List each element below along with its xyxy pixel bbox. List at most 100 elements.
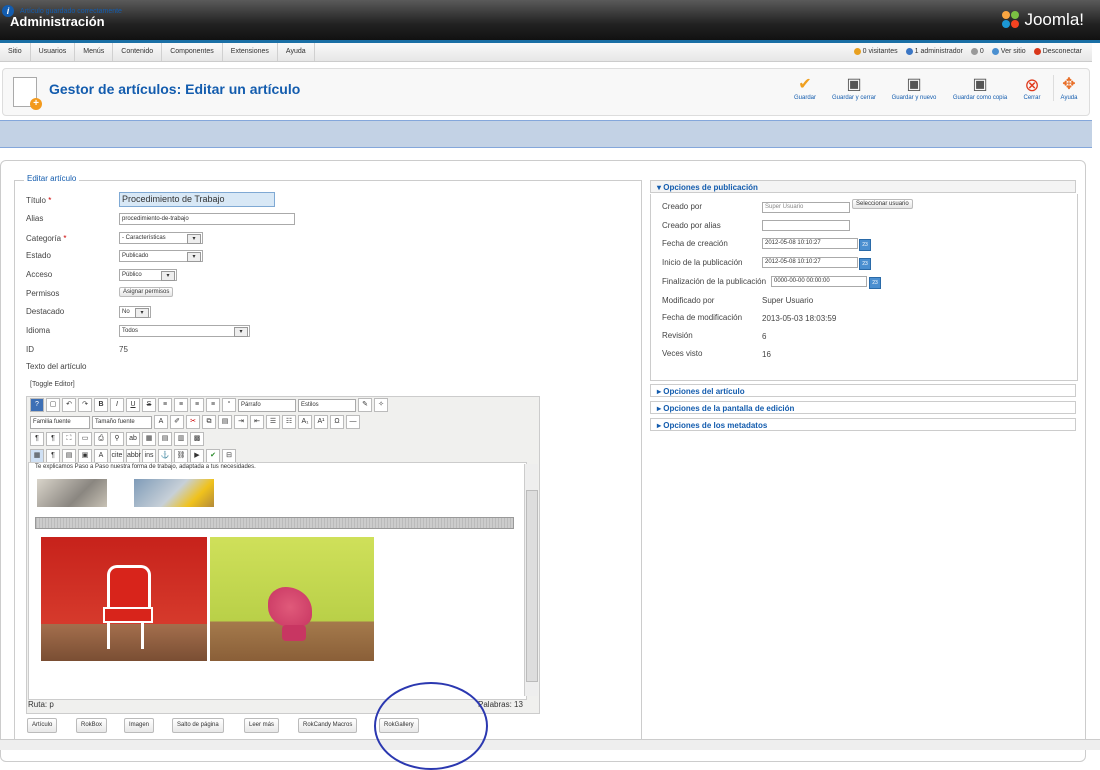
cut-icon[interactable]: ✂ bbox=[186, 415, 200, 429]
show-blocks-icon[interactable]: ¶ bbox=[46, 449, 60, 463]
insert-image-button[interactable]: Imagen bbox=[124, 718, 155, 733]
menu-extensiones[interactable]: Extensiones bbox=[223, 43, 278, 61]
align-right-icon[interactable]: ≡ bbox=[190, 398, 204, 412]
replace-icon[interactable]: ab bbox=[126, 432, 140, 446]
style-icon[interactable]: A bbox=[94, 449, 108, 463]
metadata-options-header[interactable]: ▸ Opciones de los metadatos bbox=[650, 418, 1076, 431]
calendar-icon[interactable]: 23 bbox=[859, 258, 871, 270]
rtl-icon[interactable]: ¶ bbox=[46, 432, 60, 446]
title-input[interactable]: Procedimiento de Trabajo bbox=[119, 192, 275, 207]
calendar-icon[interactable]: 23 bbox=[869, 277, 881, 289]
scrollbar-thumb[interactable] bbox=[526, 490, 538, 682]
bold-button[interactable]: B bbox=[94, 398, 108, 412]
created-alias-input[interactable] bbox=[762, 220, 850, 231]
assign-permissions-button[interactable]: Asignar permisos bbox=[119, 287, 174, 297]
anchor-icon[interactable]: ⚓ bbox=[158, 449, 172, 463]
calendar-icon[interactable]: 23 bbox=[859, 239, 871, 251]
undo-icon[interactable]: ↶ bbox=[62, 398, 76, 412]
indent-icon[interactable]: ⇥ bbox=[234, 415, 248, 429]
spellcheck-icon[interactable]: ✔ bbox=[206, 449, 220, 463]
align-justify-icon[interactable]: ≡ bbox=[206, 398, 220, 412]
subscript-icon[interactable]: A₁ bbox=[298, 415, 312, 429]
eraser-icon[interactable]: ✎ bbox=[358, 398, 372, 412]
menu-contenido[interactable]: Contenido bbox=[113, 43, 163, 61]
close-button[interactable]: ⊗ Cerrar bbox=[1019, 75, 1045, 101]
template-icon[interactable]: ▤ bbox=[62, 449, 76, 463]
blockquote-icon[interactable]: “ bbox=[222, 398, 236, 412]
pagebreak-icon[interactable]: ⊟ bbox=[222, 449, 236, 463]
created-date-input[interactable]: 2012-05-08 10:10:27 bbox=[762, 238, 858, 249]
menu-componentes[interactable]: Componentes bbox=[162, 43, 223, 61]
abbr-icon[interactable]: abbr bbox=[126, 449, 141, 463]
new-doc-icon[interactable]: ▢ bbox=[46, 398, 60, 412]
read-more-button[interactable]: Leer más bbox=[244, 718, 280, 733]
find-icon[interactable]: ⚲ bbox=[110, 432, 124, 446]
editor-content-area[interactable]: Te explicamos Paso a Paso nuestra forma … bbox=[28, 462, 527, 700]
toggle-editor-link[interactable]: [Toggle Editor] bbox=[30, 381, 75, 388]
preview-icon[interactable]: ▭ bbox=[78, 432, 92, 446]
article-options-header[interactable]: ▸ Opciones del artículo bbox=[650, 384, 1076, 397]
logout-link[interactable]: Desconectar bbox=[1033, 43, 1082, 61]
unordered-list-icon[interactable]: ☷ bbox=[282, 415, 296, 429]
access-select[interactable]: Público ▾ bbox=[119, 269, 177, 281]
format-select[interactable]: Párrafo bbox=[238, 398, 296, 412]
state-select[interactable]: Publicado ▾ bbox=[119, 250, 203, 262]
publish-down-input[interactable]: 0000-00-00 00:00:00 bbox=[771, 276, 867, 287]
save-button[interactable]: ✔ Guardar bbox=[790, 75, 820, 101]
view-site-link[interactable]: Ver sitio bbox=[991, 43, 1026, 61]
publish-up-input[interactable]: 2012-05-08 10:10:27 bbox=[762, 257, 858, 268]
outdent-icon[interactable]: ⇤ bbox=[250, 415, 264, 429]
ordered-list-icon[interactable]: ☰ bbox=[266, 415, 280, 429]
visual-aid-icon[interactable]: ▦ bbox=[30, 449, 44, 463]
insert-article-button[interactable]: Artículo bbox=[27, 718, 58, 733]
table-icon[interactable]: ▦ bbox=[142, 432, 156, 446]
highlight-icon[interactable]: ✐ bbox=[170, 415, 184, 429]
cite-icon[interactable]: cite bbox=[110, 449, 124, 463]
strike-button[interactable]: S bbox=[142, 398, 156, 412]
language-select[interactable]: Todos ▾ bbox=[119, 325, 250, 337]
editing-screen-options-header[interactable]: ▸ Opciones de la pantalla de edición bbox=[650, 401, 1076, 414]
font-family-select[interactable]: Familia fuente bbox=[30, 415, 90, 429]
ltr-icon[interactable]: ¶ bbox=[30, 432, 44, 446]
text-color-icon[interactable]: A bbox=[154, 415, 168, 429]
image-icon[interactable]: ▣ bbox=[78, 449, 92, 463]
media-icon[interactable]: ▶ bbox=[190, 449, 204, 463]
save-close-button[interactable]: ▣ Guardar y cerrar bbox=[827, 75, 881, 101]
cleanup-icon[interactable]: ✧ bbox=[374, 398, 388, 412]
help-icon[interactable]: ? bbox=[30, 398, 44, 412]
ins-icon[interactable]: ins bbox=[142, 449, 156, 463]
page-break-button[interactable]: Salto de página bbox=[172, 718, 224, 733]
featured-select[interactable]: No ▾ bbox=[119, 306, 151, 318]
styles-select[interactable]: Estilos bbox=[298, 398, 356, 412]
align-left-icon[interactable]: ≡ bbox=[158, 398, 172, 412]
fullscreen-icon[interactable]: ⛶ bbox=[62, 432, 76, 446]
menu-sitio[interactable]: Sitio bbox=[0, 43, 31, 61]
merge-icon[interactable]: ▩ bbox=[190, 432, 204, 446]
hr-icon[interactable]: — bbox=[346, 415, 360, 429]
link-icon[interactable]: ⛓ bbox=[174, 449, 188, 463]
save-copy-button[interactable]: ▣ Guardar como copia bbox=[947, 75, 1013, 101]
italic-button[interactable]: I bbox=[110, 398, 124, 412]
print-icon[interactable]: ⎙ bbox=[94, 432, 108, 446]
row-icon[interactable]: ▤ bbox=[158, 432, 172, 446]
superscript-icon[interactable]: A¹ bbox=[314, 415, 328, 429]
menu-ayuda[interactable]: Ayuda bbox=[278, 43, 315, 61]
paste-icon[interactable]: ▤ bbox=[218, 415, 232, 429]
redo-icon[interactable]: ↷ bbox=[78, 398, 92, 412]
column-icon[interactable]: ▥ bbox=[174, 432, 188, 446]
category-select[interactable]: - Características ▾ bbox=[119, 232, 203, 244]
underline-button[interactable]: U bbox=[126, 398, 140, 412]
messages-status[interactable]: 0 bbox=[970, 43, 984, 61]
align-center-icon[interactable]: ≡ bbox=[174, 398, 188, 412]
save-new-button[interactable]: ▣ Guardar y nuevo bbox=[887, 75, 941, 101]
alias-input[interactable]: procedimiento-de-trabajo bbox=[119, 213, 295, 225]
omega-icon[interactable]: Ω bbox=[330, 415, 344, 429]
publishing-options-header[interactable]: ▾ Opciones de publicación bbox=[650, 180, 1076, 193]
menu-usuarios[interactable]: Usuarios bbox=[31, 43, 76, 61]
help-button[interactable]: ✥ Ayuda bbox=[1053, 75, 1084, 101]
menu-menus[interactable]: Menús bbox=[75, 43, 114, 61]
select-user-button[interactable]: Seleccionar usuario bbox=[852, 199, 913, 209]
copy-icon[interactable]: ⧉ bbox=[202, 415, 216, 429]
font-size-select[interactable]: Tamaño fuente bbox=[92, 415, 152, 429]
rokbox-button[interactable]: RokBox bbox=[76, 718, 108, 733]
